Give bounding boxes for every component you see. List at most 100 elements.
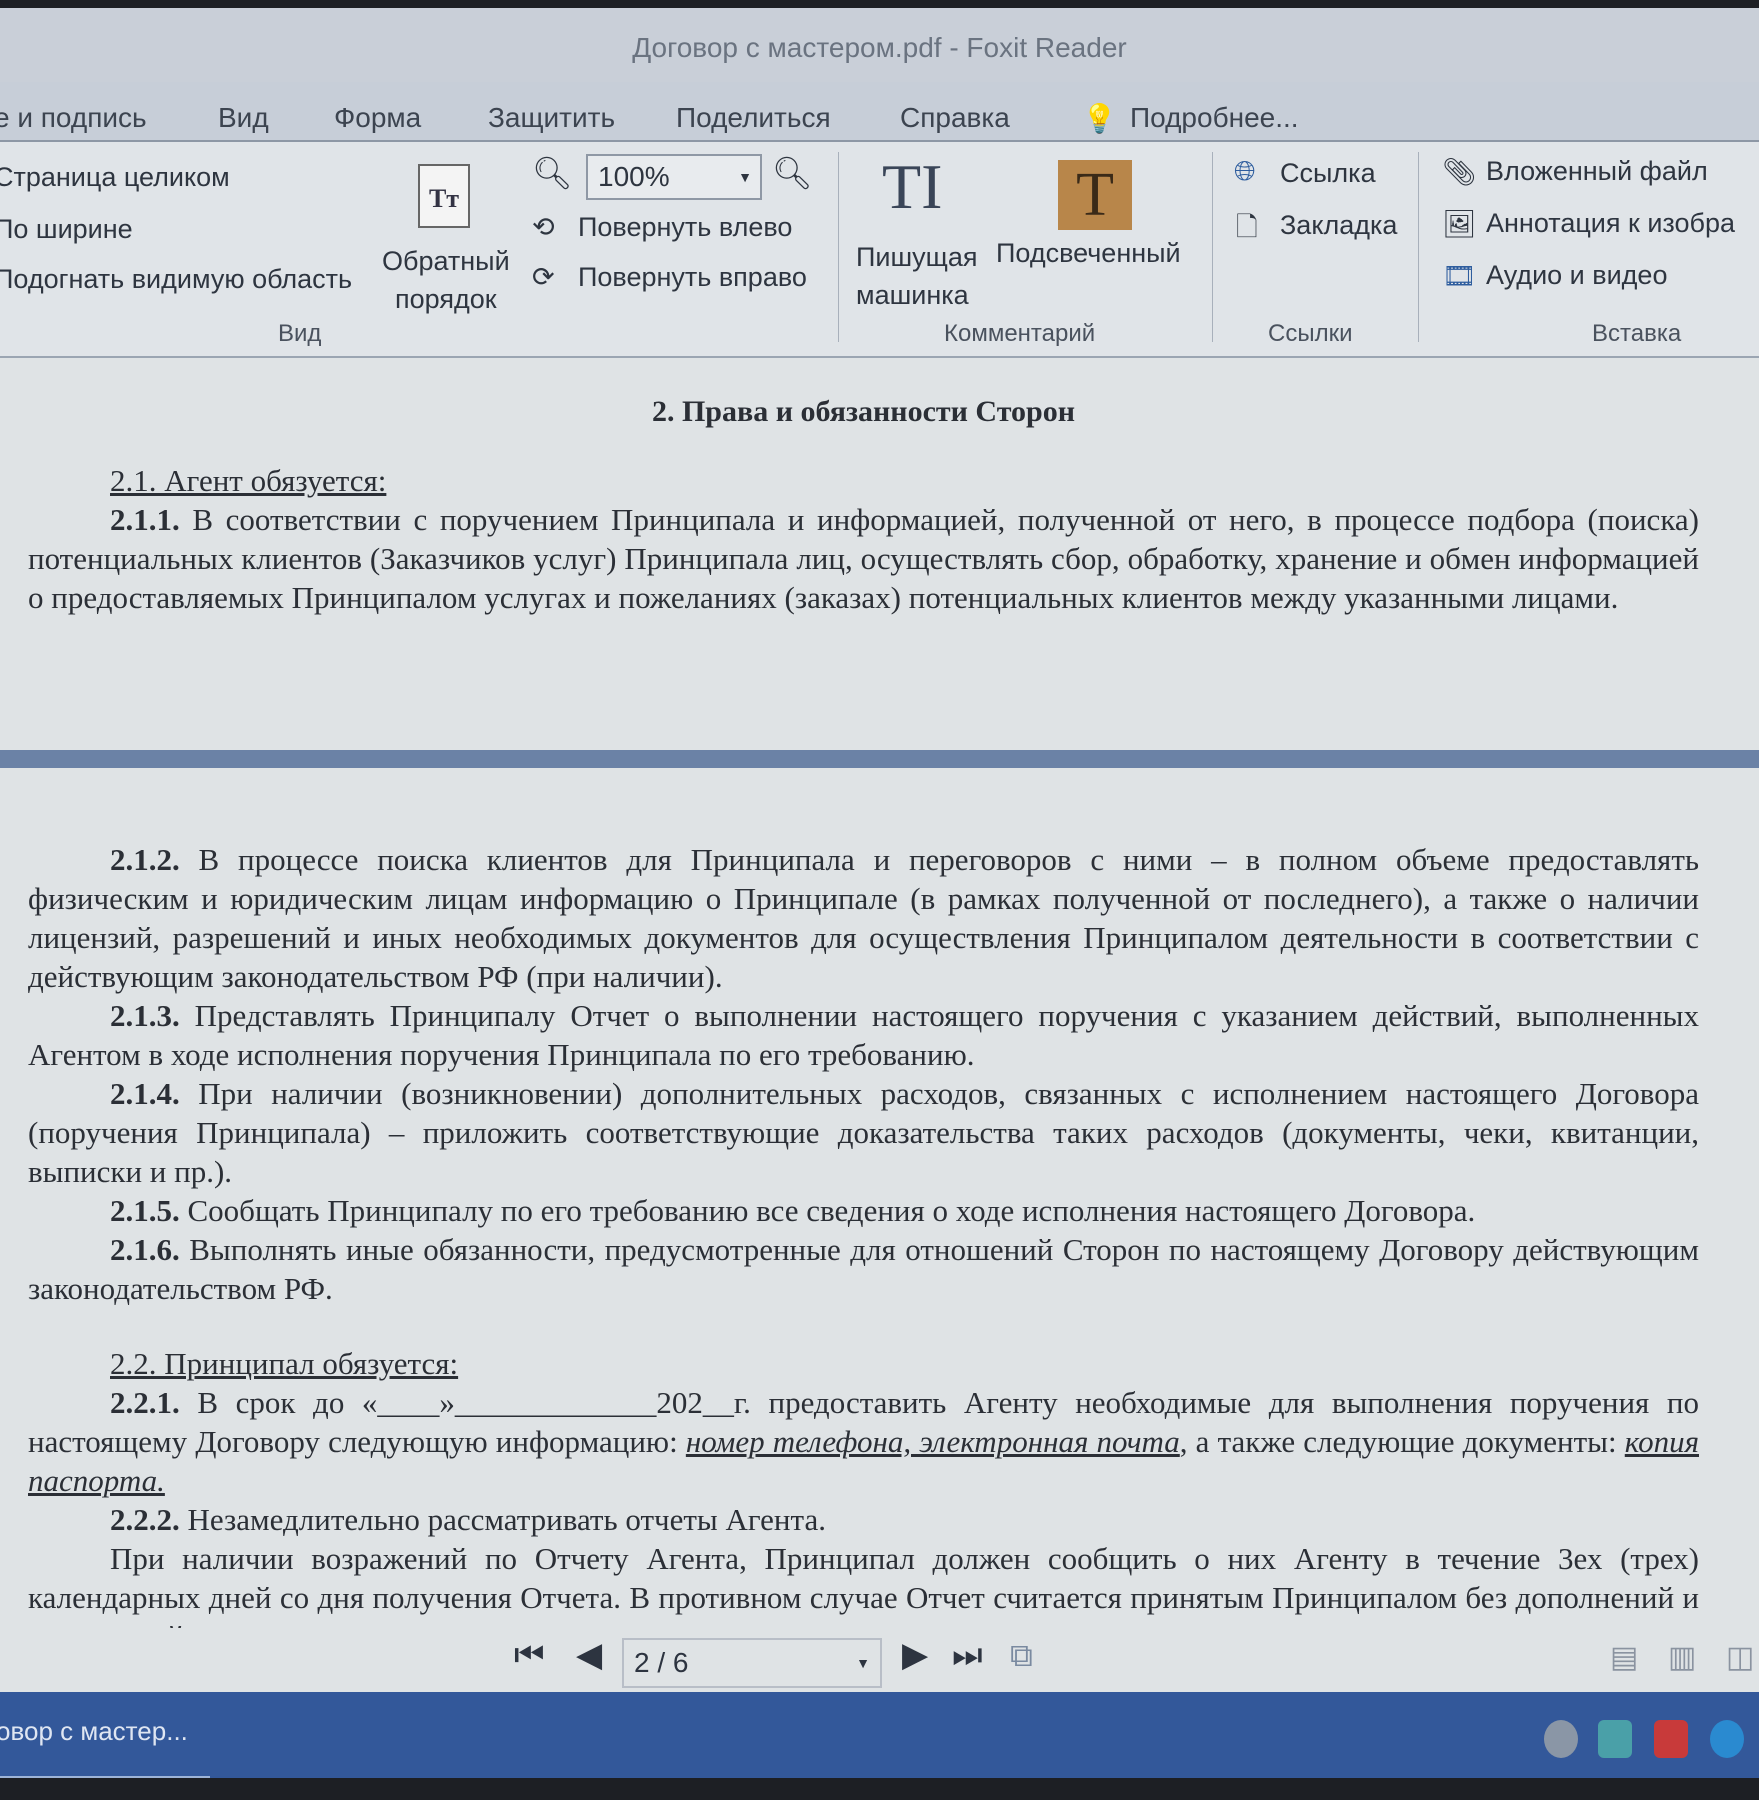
reverse-order-button[interactable]: Обратный порядок [382, 242, 510, 318]
s22-title: 2.2. Принципал обязуется: [110, 1346, 459, 1381]
next-page-icon[interactable]: ▶ [902, 1636, 928, 1675]
image-annotation-icon: 🖼︎ [1442, 209, 1477, 239]
menu-share[interactable]: Поделиться [676, 102, 831, 134]
clause-number: 2.2.1. [110, 1385, 180, 1420]
zoom-in-icon[interactable]: 🔍︎ [772, 154, 813, 192]
clause-text: Незамедлительно рассматривать отчеты Аге… [179, 1502, 826, 1537]
attachment-button[interactable]: Вложенный файл [1486, 156, 1708, 187]
paragraph-2-1-2: 2.1.2. В процессе поиска клиентов для Пр… [28, 840, 1699, 996]
paragraph-2-2-1: 2.2.1. В срок до «____»_____________202_… [28, 1383, 1699, 1500]
prev-page-icon[interactable]: ◀ [576, 1636, 602, 1675]
clause-text: В процессе поиска клиентов для Принципал… [28, 842, 1699, 994]
divider [838, 152, 839, 342]
page-separator [0, 750, 1759, 768]
paragraph-2-1-6: 2.1.6. Выполнять иные обязанности, преду… [28, 1230, 1699, 1308]
rotate-right-button[interactable]: Повернуть вправо [578, 262, 807, 293]
taskbar-app[interactable]: овор с мастер... [0, 1716, 188, 1747]
tray-icon[interactable] [1544, 1720, 1578, 1758]
paragraph-2-1-3: 2.1.3. Представлять Принципалу Отчет о в… [28, 996, 1699, 1074]
divider [1212, 152, 1213, 342]
first-page-icon[interactable]: ⏮ [514, 1636, 545, 1675]
fit-width-button[interactable]: По ширине [0, 214, 133, 245]
clause-number: 2.1.4. [110, 1076, 180, 1111]
menu-view[interactable]: Вид [218, 102, 269, 134]
zoom-out-icon[interactable]: 🔍︎ [532, 154, 573, 192]
link-globe-icon: 🌐︎ [1234, 156, 1256, 186]
pdf-page-2: 2.1.2. В процессе поиска клиентов для Пр… [0, 768, 1759, 1692]
typewriter-icon: TI [882, 151, 943, 222]
typewriter-button[interactable]: Пишущая машинка [856, 238, 978, 314]
s21-title: 2.1. Агент обязуется: [110, 463, 387, 498]
clause-number: 2.2.2. [110, 1502, 180, 1537]
video-icon: 🎞︎ [1442, 261, 1477, 291]
clause-text: , а также следующие документы: [1179, 1424, 1625, 1459]
clause-number: 2.1.5. [110, 1193, 180, 1228]
paragraph-2-1-5: 2.1.5. Сообщать Принципалу по его требов… [28, 1191, 1699, 1230]
zoom-select[interactable]: 100% ▼ [586, 154, 762, 200]
page-content: 2.1.2. В процессе поиска клиентов для Пр… [28, 840, 1699, 1656]
pdf-page-1: 2. Права и обязанности Сторон 2.1. Агент… [0, 358, 1759, 750]
clause-text: Представлять Принципалу Отчет о выполнен… [28, 998, 1699, 1072]
single-page-icon[interactable]: ▤ [1610, 1638, 1638, 1677]
typewriter-l2: машинка [856, 280, 969, 310]
chevron-down-icon: ▼ [738, 169, 752, 185]
reverse-order-icon: Tт [418, 164, 470, 228]
rotate-left-button[interactable]: Повернуть влево [578, 212, 792, 243]
lightbulb-icon: 💡 [1082, 103, 1117, 134]
clause-underlined: номер телефона, электронная почта [685, 1424, 1180, 1459]
clause-text: Сообщать Принципалу по его требованию вс… [179, 1193, 1476, 1228]
reverse-l1: Обратный [382, 246, 510, 276]
fit-visible-button[interactable]: Подогнать видимую область [0, 264, 352, 295]
tray-icon[interactable] [1598, 1720, 1632, 1758]
image-annotation-button[interactable]: Аннотация к изобра [1486, 208, 1735, 239]
attachment-icon: 📎︎ [1442, 157, 1477, 187]
rotate-left-icon: ⟲ [532, 212, 555, 242]
paragraph-2-1-4: 2.1.4. При наличии (возникновении) допол… [28, 1074, 1699, 1191]
continuous-icon[interactable]: ▥ [1668, 1638, 1696, 1677]
active-indicator [0, 1776, 210, 1778]
page-number: 2 / 6 [634, 1647, 689, 1678]
menu-protect[interactable]: Защитить [488, 102, 615, 134]
link-button[interactable]: Ссылка [1280, 158, 1376, 189]
clause-text: Выполнять иные обязанности, предусмотрен… [28, 1232, 1699, 1306]
page-content: 2. Права и обязанности Сторон 2.1. Агент… [28, 392, 1699, 617]
menu-bar: е и подпись Вид Форма Защитить Поделитьс… [0, 82, 1759, 142]
group-links-label: Ссылки [1268, 320, 1353, 347]
divider [1418, 152, 1419, 342]
audio-video-button[interactable]: Аудио и видео [1486, 260, 1667, 291]
subsection-title: 2.2. Принципал обязуется: [28, 1344, 1699, 1383]
zoom-value: 100% [598, 161, 670, 192]
menu-form[interactable]: Форма [334, 102, 421, 134]
page-fit-button[interactable]: Страница целиком [0, 162, 230, 193]
hp-icon[interactable] [1710, 1720, 1744, 1758]
page-number-input[interactable]: 2 / 6 ▼ [622, 1638, 882, 1688]
menu-help[interactable]: Справка [900, 102, 1010, 134]
section-heading: 2. Права и обязанности Сторон [651, 395, 1076, 428]
highlight-icon: T [1058, 160, 1132, 230]
clause-number: 2.1.3. [110, 998, 180, 1033]
screen: Договор с мастером.pdf - Foxit Reader е … [0, 8, 1759, 1778]
tray-icon[interactable] [1654, 1720, 1688, 1758]
group-view-label: Вид [278, 320, 322, 347]
chevron-down-icon: ▼ [856, 1655, 870, 1671]
group-comment-label: Комментарий [944, 320, 1096, 347]
facing-icon[interactable]: ◫ [1726, 1638, 1754, 1677]
previous-view-icon[interactable]: ⧉ [1010, 1636, 1033, 1675]
window-title: Договор с мастером.pdf - Foxit Reader [632, 32, 1127, 63]
bookmark-icon: 🗋 [1236, 212, 1258, 242]
ribbon: Страница целиком По ширине Подогнать вид… [0, 142, 1759, 358]
menu-sign[interactable]: е и подпись [0, 102, 147, 134]
clause-text: При наличии (возникновении) дополнительн… [28, 1076, 1699, 1189]
page-navigation: ⏮ ◀ 2 / 6 ▼ ▶ ⏭ ⧉ ▤ ▥ ◫ [0, 1628, 1759, 1688]
title-bar: Договор с мастером.pdf - Foxit Reader [0, 8, 1759, 82]
clause-number: 2.1.1. [110, 502, 180, 537]
taskbar: овор с мастер... [0, 1692, 1759, 1778]
rotate-right-icon: ⟳ [532, 262, 555, 292]
subsection-title: 2.1. Агент обязуется: [28, 461, 1699, 500]
bookmark-button[interactable]: Закладка [1280, 210, 1397, 241]
highlight-button[interactable]: Подсвеченный [996, 238, 1181, 269]
clause-number: 2.1.2. [110, 842, 180, 877]
tell-me[interactable]: Подробнее... [1130, 102, 1299, 134]
last-page-icon[interactable]: ⏭ [952, 1636, 983, 1675]
typewriter-l1: Пишущая [856, 242, 978, 272]
